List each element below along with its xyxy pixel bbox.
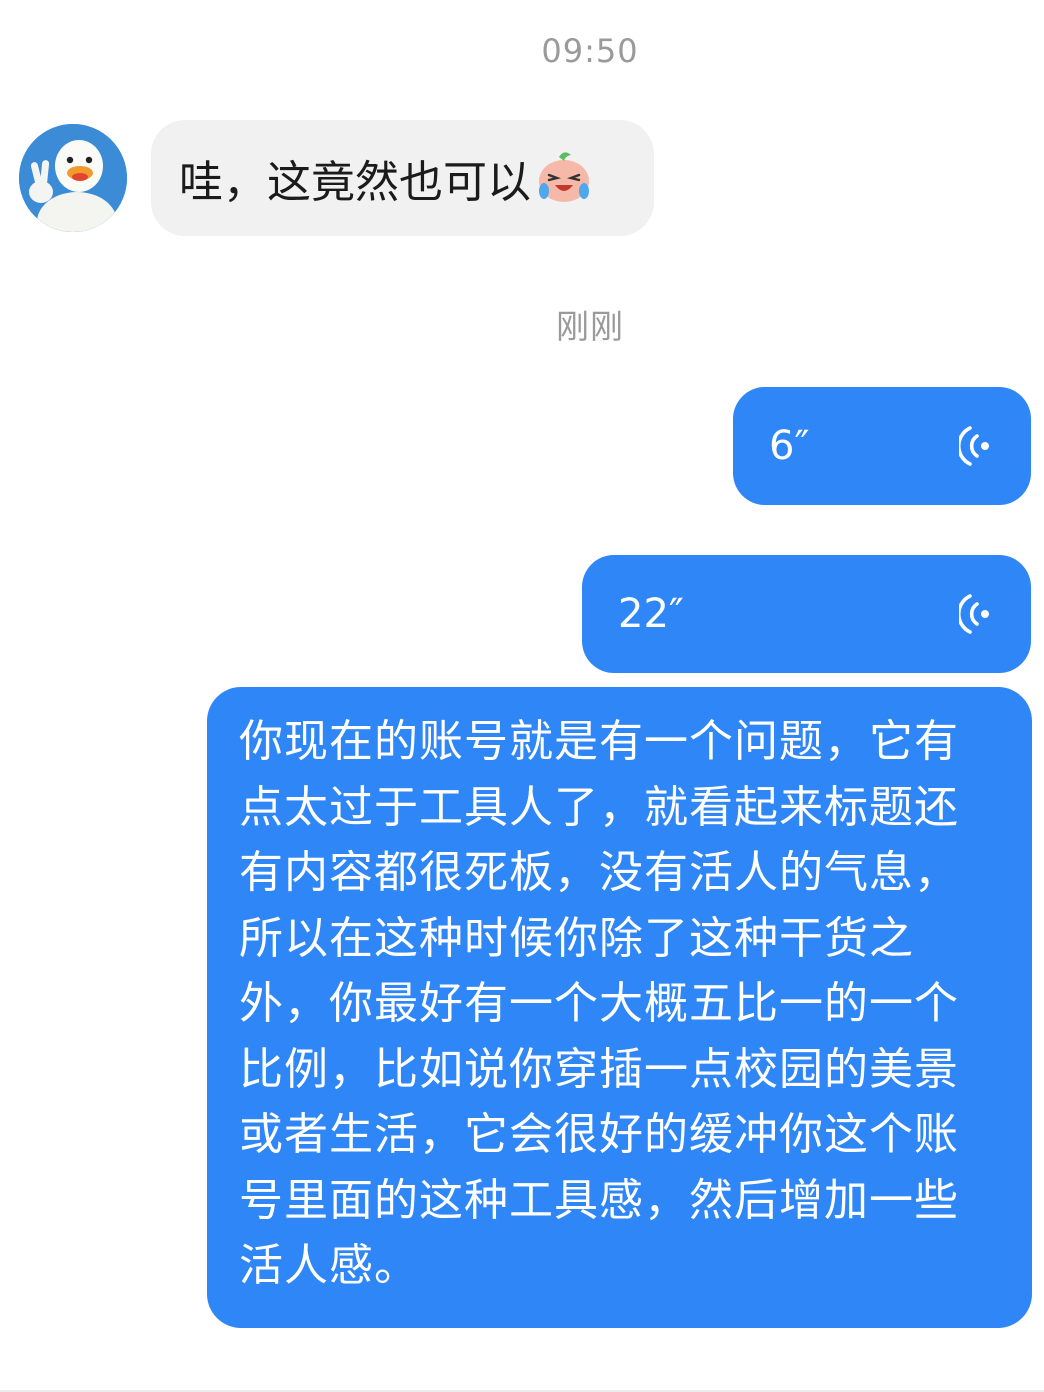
voice-wave-icon bbox=[959, 424, 993, 468]
timestamp: 刚刚 bbox=[556, 307, 624, 346]
incoming-message-text: 哇，这竟然也可以 bbox=[179, 157, 531, 208]
outgoing-text-message-bubble[interactable]: 你现在的账号就是有一个问题，它有点太过于工具人了，就看起来标题还有内容都很死板，… bbox=[207, 687, 1032, 1328]
laughing-crying-emoji-icon bbox=[535, 147, 593, 209]
voice-wave-icon bbox=[959, 592, 993, 636]
voice-message-bubble[interactable]: 22″ bbox=[582, 555, 1031, 673]
voice-message-bubble[interactable]: 6″ bbox=[733, 387, 1031, 505]
duck-avatar-icon bbox=[19, 124, 127, 232]
timestamp: 09:50 bbox=[541, 32, 639, 70]
voice-duration: 6″ bbox=[769, 423, 810, 469]
voice-duration: 22″ bbox=[618, 591, 684, 637]
contact-avatar[interactable] bbox=[19, 124, 127, 232]
outgoing-message-text: 你现在的账号就是有一个问题，它有点太过于工具人了，就看起来标题还有内容都很死板，… bbox=[239, 716, 959, 1291]
incoming-message-bubble[interactable]: 哇，这竟然也可以 bbox=[151, 120, 654, 236]
